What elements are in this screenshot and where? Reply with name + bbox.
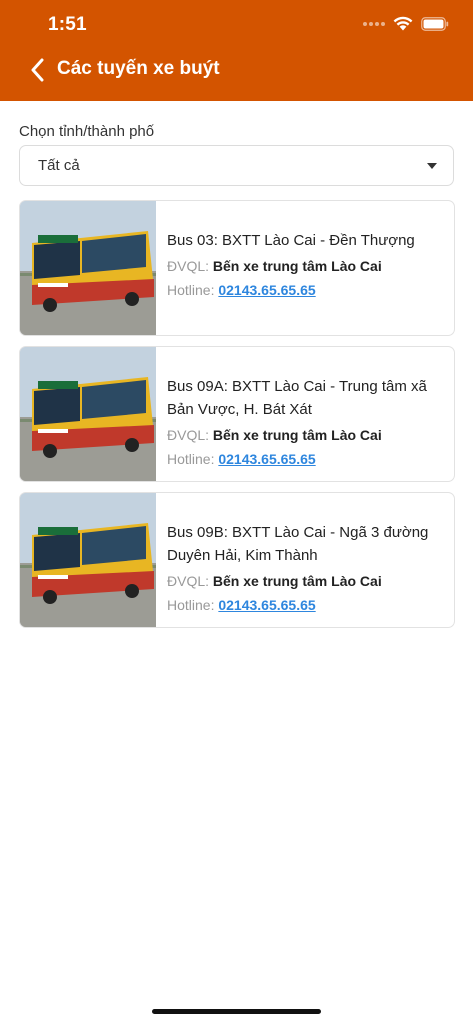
province-filter-label: Chọn tỉnh/thành phố — [19, 123, 155, 140]
hotline-label: Hotline: — [167, 451, 215, 467]
operator-name: Bến xe trung tâm Lào Cai — [212, 573, 382, 589]
chevron-left-icon — [31, 58, 44, 82]
hotline-label: Hotline: — [167, 282, 215, 298]
cellular-signal-icon — [363, 21, 385, 26]
hotline-label: Hotline: — [167, 597, 215, 613]
operator-label: ĐVQL: — [167, 258, 210, 274]
operator-name: Bến xe trung tâm Lào Cai — [212, 258, 382, 274]
operator-name: Bến xe trung tâm Lào Cai — [212, 427, 382, 443]
route-card[interactable]: Bus 09A: BXTT Lào Cai - Trung tâm xã Bản… — [19, 346, 455, 482]
route-name: Bus 09B: BXTT Lào Cai - Ngã 3 đường Duyê… — [167, 524, 429, 564]
page-title: Các tuyến xe buýt — [57, 58, 220, 79]
home-indicator[interactable] — [152, 1009, 321, 1014]
status-time: 1:51 — [48, 14, 87, 35]
route-card[interactable]: Bus 03: BXTT Lào Cai - Đền Thượng ĐVQL: … — [19, 200, 455, 336]
bus-photo — [20, 201, 156, 335]
operator-label: ĐVQL: — [167, 573, 210, 589]
caret-down-icon — [427, 162, 437, 169]
hotline-link[interactable]: 02143.65.65.65 — [218, 282, 315, 298]
app-header: 1:51 Các tuyến xe buýt — [0, 0, 473, 101]
route-name: Bus 03: BXTT Lào Cai - Đền Thượng — [167, 232, 415, 249]
route-list: Bus 03: BXTT Lào Cai - Đền Thượng ĐVQL: … — [19, 200, 455, 638]
hotline-link[interactable]: 02143.65.65.65 — [218, 597, 315, 613]
bus-photo — [20, 493, 156, 627]
back-button[interactable] — [26, 56, 48, 84]
status-icons — [363, 16, 449, 31]
hotline-link[interactable]: 02143.65.65.65 — [218, 451, 315, 467]
province-select-value: Tất cả — [38, 157, 80, 174]
bus-photo — [20, 347, 156, 481]
operator-label: ĐVQL: — [167, 427, 210, 443]
route-card[interactable]: Bus 09B: BXTT Lào Cai - Ngã 3 đường Duyê… — [19, 492, 455, 628]
province-select[interactable]: Tất cả — [19, 145, 454, 186]
route-name: Bus 09A: BXTT Lào Cai - Trung tâm xã Bản… — [167, 378, 427, 418]
wifi-icon — [393, 16, 413, 31]
battery-icon — [421, 16, 449, 31]
